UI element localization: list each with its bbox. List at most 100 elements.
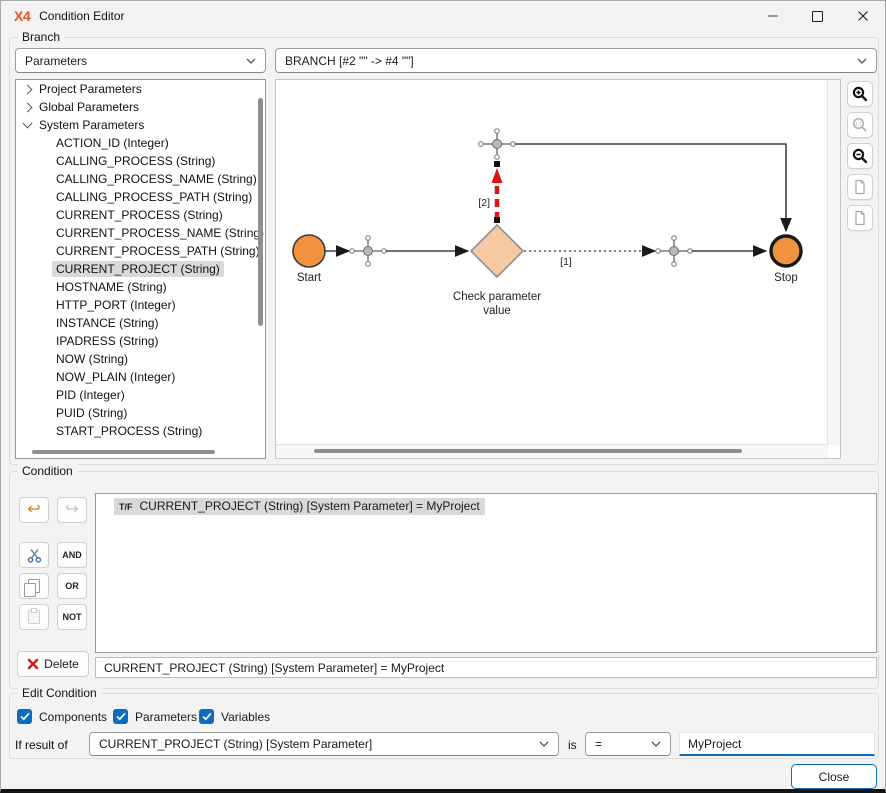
tree-item-label: CALLING_PROCESS (String) (52, 153, 219, 169)
tree-item[interactable]: ACTION_ID (Integer) (16, 134, 265, 152)
parameters-checkbox-label: Parameters (135, 710, 197, 724)
condition-row[interactable]: T/FCURRENT_PROJECT (String) [System Para… (114, 498, 485, 515)
parameter-category-dropdown[interactable]: Parameters (15, 48, 266, 73)
zoom-actual-size-button[interactable]: 1:1 (847, 112, 873, 138)
zoom-out-button[interactable] (847, 143, 873, 169)
start-node-label: Start (297, 272, 322, 284)
tree-item[interactable]: NOW (String) (16, 350, 265, 368)
parameters-checkbox[interactable] (113, 709, 128, 724)
variables-checkbox-item[interactable]: Variables (199, 709, 270, 724)
junction-node[interactable] (350, 236, 387, 267)
chevron-down-icon (857, 57, 867, 64)
close-window-button[interactable] (840, 1, 885, 31)
tree-item[interactable]: HOSTNAME (String) (16, 278, 265, 296)
is-label: is (568, 738, 577, 752)
diagram-horizontal-scrollbar-thumb[interactable] (314, 449, 742, 453)
and-operator-button[interactable]: AND (57, 542, 87, 568)
operator-dropdown[interactable]: = (585, 732, 671, 756)
tree-item[interactable]: Project Parameters (16, 80, 265, 98)
condition-editor-window: X4 Condition Editor Branch Parameters BR… (0, 0, 886, 793)
check-node-label-line2: value (483, 305, 511, 317)
and-operator-label: AND (62, 550, 82, 560)
start-node[interactable]: Start (293, 235, 325, 284)
expression-dropdown[interactable]: CURRENT_PROJECT (String) [System Paramet… (89, 732, 559, 756)
fit-page-button[interactable] (847, 174, 873, 200)
condition-list[interactable]: T/FCURRENT_PROJECT (String) [System Para… (95, 493, 877, 653)
components-checkbox-item[interactable]: Components (17, 709, 107, 724)
tree-horizontal-scrollbar-thumb[interactable] (32, 450, 215, 454)
tree-item[interactable]: INSTANCE (String) (16, 314, 265, 332)
branch-dropdown[interactable]: BRANCH [#2 "" -> #4 ""] (275, 48, 877, 73)
stop-node-label: Stop (774, 272, 798, 284)
tree-item[interactable]: PUID (String) (16, 404, 265, 422)
junction-node[interactable] (479, 129, 516, 160)
zoom-actual-size-icon: 1:1 (852, 117, 868, 133)
paste-button[interactable] (19, 604, 49, 630)
maximize-button[interactable] (795, 1, 840, 31)
close-button[interactable]: Close (791, 764, 877, 789)
if-result-of-label: If result of (15, 738, 68, 752)
not-operator-button[interactable]: NOT (57, 604, 87, 630)
fit-width-button[interactable] (847, 205, 873, 231)
tree-item[interactable]: IPADRESS (String) (16, 332, 265, 350)
tree-item-label: PUID (String) (52, 405, 131, 421)
condition-status-bar: CURRENT_PROJECT (String) [System Paramet… (95, 657, 877, 678)
branch1-edge-label: [1] (560, 256, 572, 268)
undo-button[interactable]: ↩ (19, 497, 49, 523)
variables-checkbox[interactable] (199, 709, 214, 724)
chevron-right-icon[interactable] (23, 102, 33, 112)
tree-item[interactable]: CALLING_PROCESS (String) (16, 152, 265, 170)
redo-button[interactable]: ↪ (57, 497, 87, 523)
tree-vertical-scrollbar-thumb[interactable] (258, 98, 263, 326)
edge-junction-stop-top[interactable] (515, 144, 786, 231)
tree-item[interactable]: System Parameters (16, 116, 265, 134)
tree-item[interactable]: CURRENT_PROCESS_PATH (String) (16, 242, 265, 260)
components-checkbox-label: Components (39, 710, 107, 724)
branch1-edge[interactable]: [1] (524, 251, 655, 268)
tree-item[interactable]: NOW_PLAIN (Integer) (16, 368, 265, 386)
branch-group-label: Branch (18, 30, 64, 44)
condition-status-text: CURRENT_PROJECT (String) [System Paramet… (104, 661, 444, 675)
tree-item[interactable]: Global Parameters (16, 98, 265, 116)
value-input[interactable] (679, 732, 875, 756)
chevron-down-icon[interactable] (23, 119, 33, 129)
tree-item-label: NOW_PLAIN (Integer) (52, 369, 179, 385)
copy-button[interactable] (19, 573, 49, 599)
tree-item-label: HTTP_PORT (Integer) (52, 297, 180, 313)
branch2-edge-selected[interactable]: [2] (478, 161, 502, 223)
operator-dropdown-value: = (595, 737, 602, 751)
tree-item-label: CURRENT_PROCESS_PATH (String) (52, 243, 264, 259)
diagram-vertical-scrollbar[interactable] (827, 80, 840, 445)
tree-item[interactable]: HTTP_PORT (Integer) (16, 296, 265, 314)
chevron-right-icon[interactable] (23, 84, 33, 94)
tree-item[interactable]: CURRENT_PROJECT (String) (16, 260, 265, 278)
minimize-button[interactable] (750, 1, 795, 31)
tree-item[interactable]: CURRENT_PROCESS_NAME (String) (16, 224, 265, 242)
tree-item-label: CURRENT_PROCESS_NAME (String) (52, 225, 266, 241)
undo-icon: ↩ (27, 502, 40, 518)
tree-item[interactable]: CURRENT_PROCESS (String) (16, 206, 265, 224)
zoom-in-button[interactable] (847, 81, 873, 107)
svg-text:1:1: 1:1 (855, 121, 862, 126)
or-operator-button[interactable]: OR (57, 573, 87, 599)
copy-icon (28, 579, 40, 593)
cut-button[interactable] (19, 542, 49, 568)
diagram-horizontal-scrollbar[interactable] (276, 444, 828, 458)
tree-item[interactable]: CALLING_PROCESS_PATH (String) (16, 188, 265, 206)
paste-icon (28, 610, 40, 624)
components-checkbox[interactable] (17, 709, 32, 724)
tree-item[interactable]: PID (Integer) (16, 386, 265, 404)
diagram-zoom-toolbar: 1:1 (847, 81, 873, 231)
check-icon (202, 712, 212, 721)
delete-button[interactable]: Delete (17, 651, 89, 677)
tree-item-label: START_PROCESS (String) (52, 423, 206, 439)
zoom-out-icon (852, 148, 868, 164)
check-parameter-node[interactable]: Check parameter value (453, 225, 541, 317)
close-button-label: Close (819, 770, 850, 784)
tree-item-label: ACTION_ID (Integer) (52, 135, 173, 151)
parameters-checkbox-item[interactable]: Parameters (113, 709, 197, 724)
tree-item[interactable]: START_PROCESS (String) (16, 422, 265, 440)
stop-node[interactable]: Stop (771, 236, 801, 284)
junction-node[interactable] (656, 236, 693, 267)
tree-item[interactable]: CALLING_PROCESS_NAME (String) (16, 170, 265, 188)
